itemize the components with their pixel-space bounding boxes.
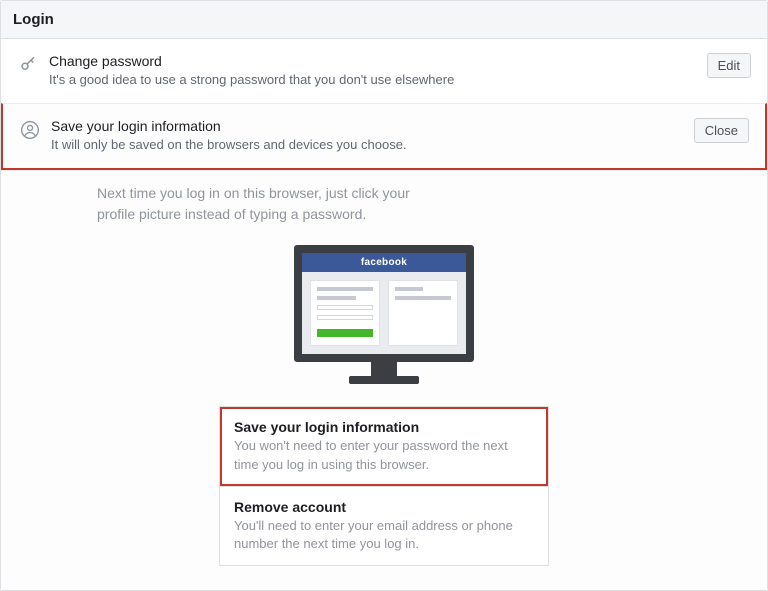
- option-save-login[interactable]: Save your login information You won't ne…: [220, 407, 548, 485]
- close-button[interactable]: Close: [694, 118, 749, 143]
- option-remove-title: Remove account: [234, 499, 534, 515]
- option-save-title: Save your login information: [234, 419, 534, 435]
- change-password-sub: It's a good idea to use a strong passwor…: [49, 71, 697, 89]
- edit-button[interactable]: Edit: [707, 53, 751, 78]
- save-login-row: Save your login information It will only…: [1, 103, 767, 170]
- option-save-sub: You won't need to enter your password th…: [234, 437, 534, 473]
- save-login-options: Save your login information You won't ne…: [219, 406, 549, 566]
- save-login-sub: It will only be saved on the browsers an…: [51, 136, 684, 154]
- option-remove-sub: You'll need to enter your email address …: [234, 517, 534, 553]
- monitor-illustration: facebook: [17, 245, 751, 384]
- save-login-title: Save your login information: [51, 118, 684, 134]
- save-login-texts: Save your login information It will only…: [51, 118, 684, 154]
- option-remove-account[interactable]: Remove account You'll need to enter your…: [220, 486, 548, 565]
- change-password-row: Change password It's a good idea to use …: [1, 39, 767, 103]
- person-circle-icon: [19, 120, 41, 140]
- login-settings-panel: Login Change password It's a good idea t…: [0, 0, 768, 591]
- key-icon: [17, 55, 39, 73]
- section-title: Login: [1, 1, 767, 39]
- save-login-expanded: Next time you log in on this browser, ju…: [1, 170, 767, 590]
- next-time-text: Next time you log in on this browser, ju…: [97, 183, 427, 225]
- monitor-brand: facebook: [302, 253, 466, 272]
- change-password-title: Change password: [49, 53, 697, 69]
- change-password-texts: Change password It's a good idea to use …: [49, 53, 697, 89]
